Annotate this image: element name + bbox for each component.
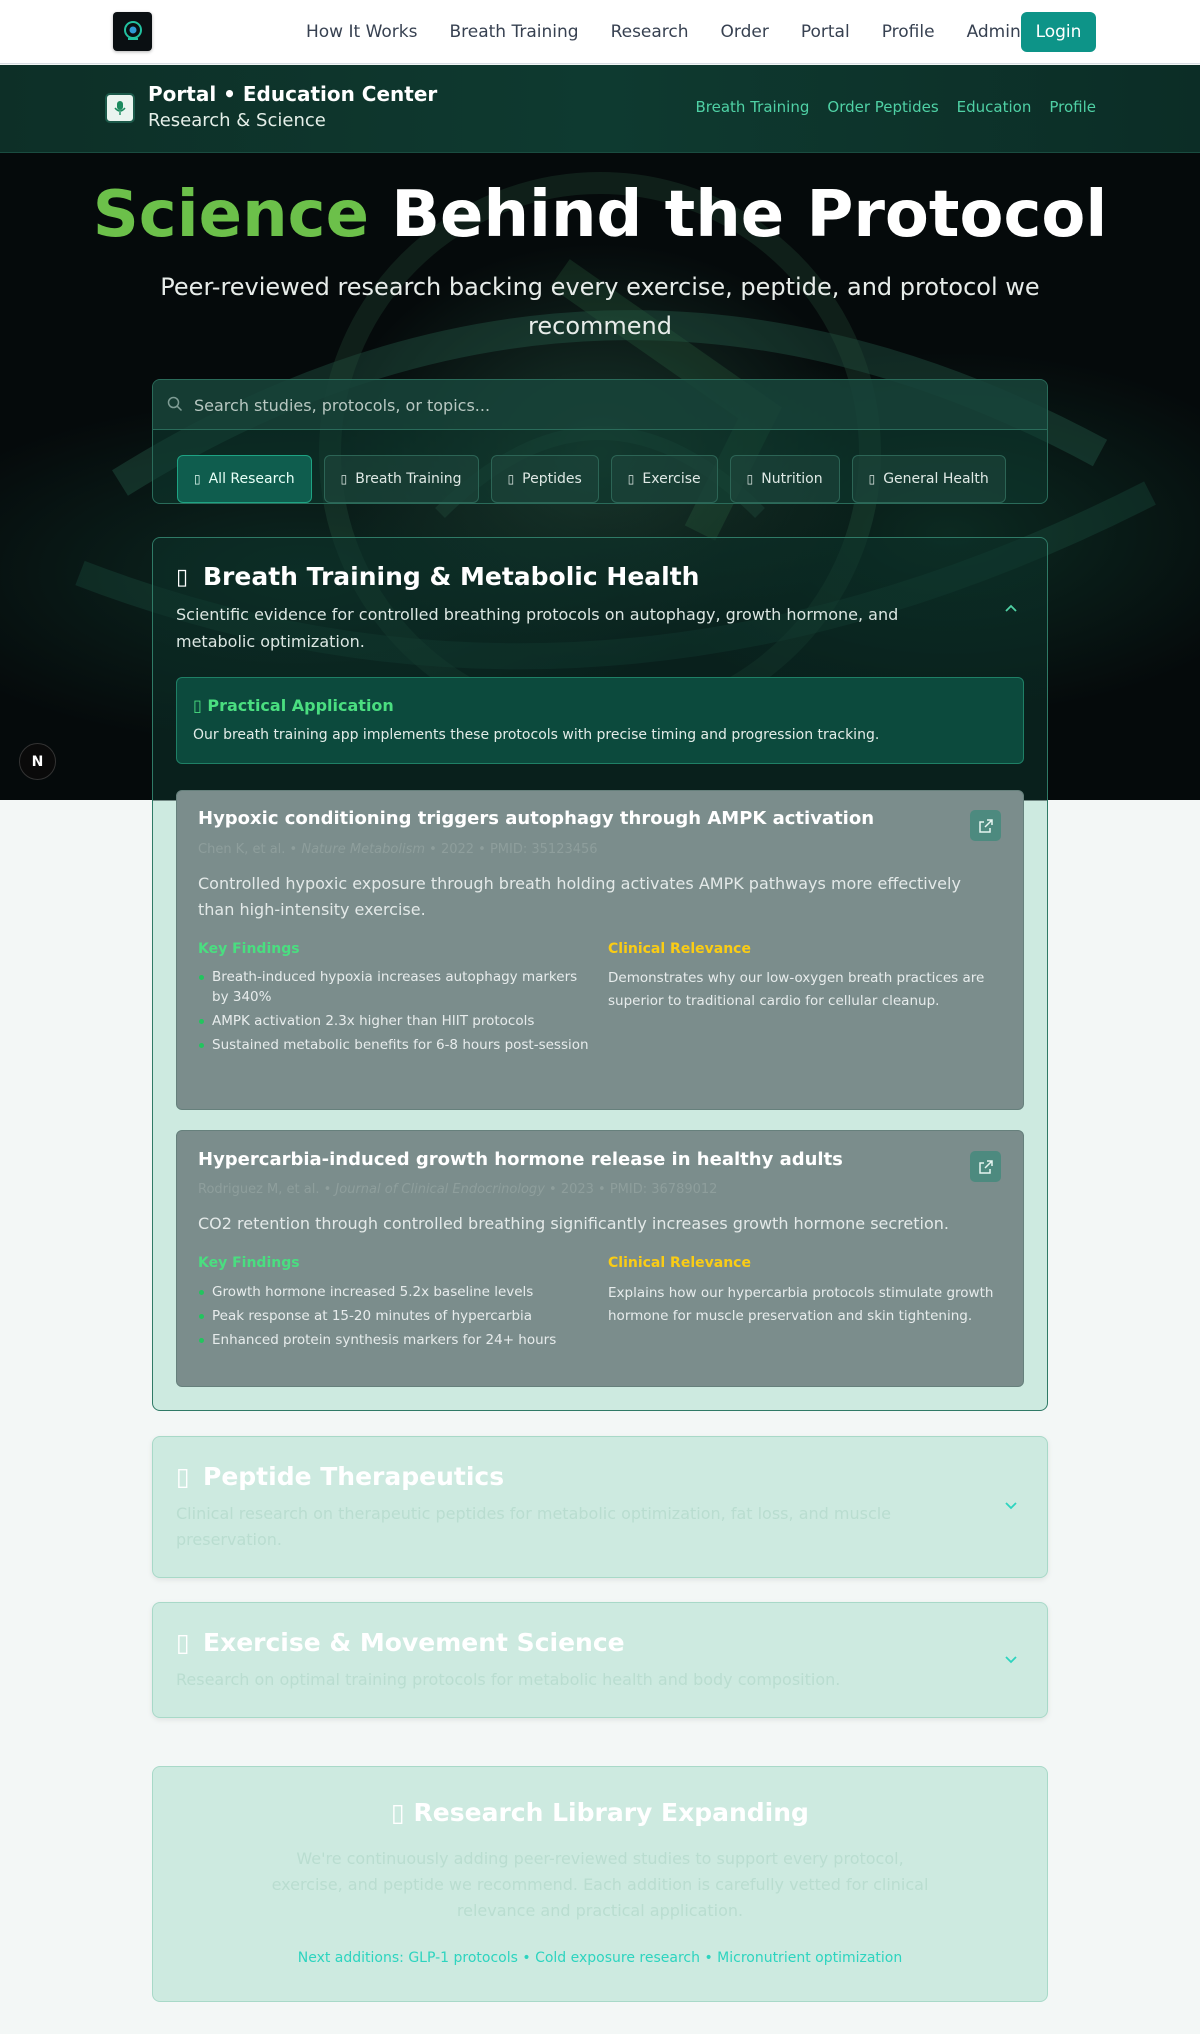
login-button[interactable]: Login: [1021, 12, 1096, 52]
nav-link-admin[interactable]: Admin: [967, 22, 1021, 42]
clinical-relevance-text: Explains how our hypercarbia protocols s…: [608, 1285, 994, 1324]
library-next-additions: Next additions: GLP-1 protocols • Cold e…: [297, 1950, 903, 1966]
filter-exercise[interactable]: ▯ Exercise: [610, 455, 718, 503]
key-findings-label: Key Findings: [198, 1255, 300, 1271]
practical-body: Our breath training app implements these…: [193, 727, 880, 743]
study-meta: Chen K, et al. • Nature Metabolism • 202…: [198, 842, 598, 857]
section-title[interactable]: Breath Training & Metabolic Health: [203, 562, 699, 591]
filter-label: Nutrition: [761, 471, 823, 487]
nav-link-portal[interactable]: Portal: [801, 22, 850, 42]
portal-link-profile[interactable]: Profile: [1049, 98, 1096, 116]
filter-all-research[interactable]: ▯ All Research: [177, 455, 312, 503]
key-findings-list: Breath-induced hypoxia increases autopha…: [198, 967, 590, 1059]
portal-subtitle: Research & Science: [148, 110, 326, 131]
research-filters: ▯ All Research ▯ Breath Training ▯ Pepti…: [177, 455, 1018, 503]
research-section-exercise[interactable]: [152, 1602, 1048, 1718]
wind-icon: ▯: [340, 472, 348, 486]
search-input[interactable]: [194, 393, 1024, 417]
external-link-button[interactable]: [970, 1151, 1001, 1182]
microphone-icon: [114, 101, 126, 115]
lightbulb-icon: ▯: [193, 696, 202, 715]
library-title: ▯ Research Library Expanding: [391, 1798, 809, 1827]
practical-application-box: [176, 677, 1024, 764]
library-body: We're continuously adding peer-reviewed …: [271, 1849, 929, 1920]
study-title: Hypoxic conditioning triggers autophagy …: [198, 808, 875, 829]
key-finding: Peak response at 15-20 minutes of hyperc…: [198, 1306, 598, 1326]
section-description: Scientific evidence for controlled breat…: [176, 605, 899, 651]
filter-label: All Research: [208, 471, 295, 487]
portal-nav-links: Breath Training Order Peptides Education…: [677, 98, 1096, 116]
filter-label: Breath Training: [355, 471, 462, 487]
study-title: Hypercarbia-induced growth hormone relea…: [198, 1149, 843, 1170]
key-finding: Sustained metabolic benefits for 6-8 hou…: [198, 1035, 590, 1055]
chevron-down-icon[interactable]: [1003, 1498, 1019, 1514]
top-navbar: How It Works Breath Training Research Or…: [0, 0, 1200, 64]
external-link-icon: [978, 1159, 993, 1174]
nav-link-profile[interactable]: Profile: [882, 22, 935, 42]
portal-title: Portal • Education Center: [148, 82, 438, 106]
practical-title: ▯ Practical Application: [193, 696, 394, 715]
hero-title: Science Behind the Protocol: [0, 178, 1200, 252]
external-link-icon: [978, 818, 993, 833]
portal-link-education[interactable]: Education: [957, 98, 1032, 116]
apple-icon: ▯: [746, 472, 754, 486]
heart-icon: ▯: [868, 472, 876, 486]
book-icon: ▯: [194, 472, 201, 486]
filter-label: Peptides: [522, 471, 582, 487]
key-finding: Breath-induced hypoxia increases autopha…: [198, 967, 590, 1007]
study-card: [176, 790, 1024, 1110]
filter-label: Exercise: [642, 471, 701, 487]
study-meta: Rodriguez M, et al. • Journal of Clinica…: [198, 1182, 718, 1197]
nav-link-research[interactable]: Research: [611, 22, 689, 42]
dumbbell-icon: ▯: [627, 472, 635, 486]
dev-tools-badge[interactable]: N: [19, 743, 56, 780]
key-finding: Enhanced protein synthesis markers for 2…: [198, 1330, 598, 1350]
nav-link-breath-training[interactable]: Breath Training: [449, 22, 578, 42]
nav-link-order[interactable]: Order: [721, 22, 769, 42]
hero-title-rest: Behind the Protocol: [391, 178, 1108, 252]
filter-breath-training[interactable]: ▯ Breath Training: [323, 455, 479, 503]
chevron-up-icon[interactable]: [1003, 600, 1019, 616]
peptide-icon: ▯: [176, 1462, 190, 1491]
filter-label: General Health: [883, 471, 989, 487]
key-findings-list: Growth hormone increased 5.2x baseline l…: [198, 1282, 598, 1354]
search-icon: [167, 396, 183, 412]
portal-link-order-peptides[interactable]: Order Peptides: [827, 98, 938, 116]
clinical-relevance-text: Demonstrates why our low-oxygen breath p…: [608, 970, 985, 1009]
external-link-button[interactable]: [970, 810, 1001, 841]
study-summary: Controlled hypoxic exposure through brea…: [198, 874, 961, 919]
chevron-down-icon[interactable]: [1003, 1652, 1019, 1668]
section-title[interactable]: Exercise & Movement Science: [203, 1628, 625, 1657]
key-finding: AMPK activation 2.3x higher than HIIT pr…: [198, 1011, 590, 1031]
section-description: Clinical research on therapeutic peptide…: [176, 1504, 892, 1549]
key-findings-label: Key Findings: [198, 941, 300, 957]
filter-nutrition[interactable]: ▯ Nutrition: [729, 455, 840, 503]
portal-link-breath-training[interactable]: Breath Training: [695, 98, 809, 116]
hero-subtitle: Peer-reviewed research backing every exe…: [160, 273, 1040, 340]
section-title[interactable]: Peptide Therapeutics: [203, 1462, 504, 1491]
lungs-icon: ▯: [176, 565, 189, 590]
clinical-relevance-label: Clinical Relevance: [608, 1255, 751, 1271]
section-description: Research on optimal training protocols f…: [176, 1670, 841, 1689]
brand-logo[interactable]: [113, 12, 152, 51]
key-finding: Growth hormone increased 5.2x baseline l…: [198, 1282, 598, 1302]
hero-title-highlight: Science: [92, 178, 369, 252]
clinical-relevance-label: Clinical Relevance: [608, 941, 751, 957]
brain-logo-icon: [123, 20, 142, 40]
book-icon: ▯: [391, 1798, 405, 1827]
study-summary: CO2 retention through controlled breathi…: [198, 1214, 949, 1233]
pill-icon: ▯: [507, 472, 515, 486]
dumbbell-icon: ▯: [176, 1628, 190, 1657]
nav-links: How It Works Breath Training Research Or…: [290, 0, 1037, 64]
portal-logo-icon[interactable]: [105, 93, 135, 123]
filter-general-health[interactable]: ▯ General Health: [851, 455, 1006, 503]
nav-link-how-it-works[interactable]: How It Works: [306, 22, 417, 42]
filter-peptides[interactable]: ▯ Peptides: [490, 455, 599, 503]
